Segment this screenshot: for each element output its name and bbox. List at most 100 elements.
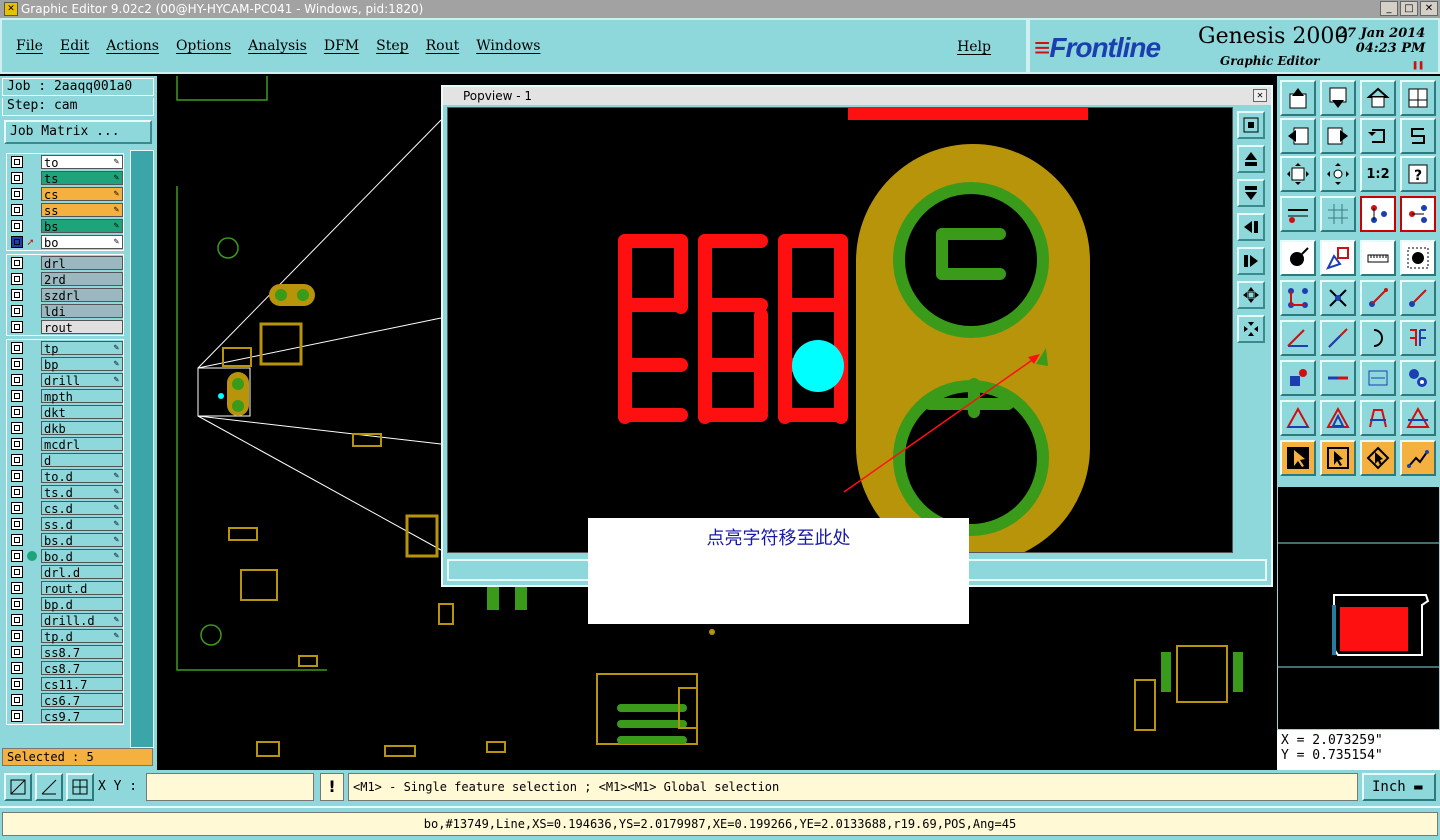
pan-right-icon[interactable]	[1320, 118, 1356, 154]
layer-name[interactable]: drill	[41, 373, 123, 388]
layer-row[interactable]: tp.d ✎	[7, 628, 123, 644]
layer-checkbox[interactable]	[11, 454, 23, 466]
select-pointer-icon[interactable]	[1280, 440, 1316, 476]
menu-actions[interactable]: Actions	[106, 38, 159, 54]
layer-row[interactable]: bs ✎	[7, 218, 123, 234]
layer-row[interactable]: drl.d	[7, 564, 123, 580]
layer-checkbox[interactable]	[11, 710, 23, 722]
layer-row[interactable]: ldi	[7, 303, 123, 319]
group-shapes-icon[interactable]	[1400, 360, 1436, 396]
dimension-icon[interactable]	[1360, 360, 1396, 396]
pan-left-icon[interactable]	[1280, 118, 1316, 154]
rotate-view-icon[interactable]	[1360, 118, 1396, 154]
select-route-icon[interactable]	[1400, 440, 1436, 476]
select-box-pointer-icon[interactable]	[1320, 440, 1356, 476]
zoom-center-icon[interactable]	[1320, 156, 1356, 192]
layer-row[interactable]: bp.d	[7, 596, 123, 612]
layer-row[interactable]: drl	[7, 255, 123, 271]
zoom-fit-icon[interactable]	[1280, 156, 1316, 192]
layer-name[interactable]: rout.d	[41, 581, 123, 596]
line-segment-icon[interactable]	[1320, 360, 1356, 396]
angle-line-icon[interactable]	[1280, 320, 1316, 356]
layer-name[interactable]: bs.d	[41, 533, 123, 548]
layer-name[interactable]: mcdrl	[41, 437, 123, 452]
layer-row[interactable]: mcdrl	[7, 436, 123, 452]
layer-checkbox[interactable]	[11, 406, 23, 418]
layer-row[interactable]: to ✎	[7, 154, 123, 170]
layer-name[interactable]: dkb	[41, 421, 123, 436]
layer-name[interactable]: bs	[41, 219, 123, 234]
layer-checkbox[interactable]	[11, 662, 23, 674]
layer-name[interactable]: ss8.7	[41, 645, 123, 660]
layer-checkbox[interactable]	[11, 582, 23, 594]
layer-name[interactable]: bp.d	[41, 597, 123, 612]
layer-name[interactable]: cs11.7	[41, 677, 123, 692]
layer-row[interactable]: bo ✎ ➚	[7, 234, 123, 250]
layer-row[interactable]: cs.d ✎	[7, 500, 123, 516]
unit-selector[interactable]: Inch ▬	[1362, 773, 1436, 801]
layer-row[interactable]: tp ✎	[7, 340, 123, 356]
layer-row[interactable]: ts ✎	[7, 170, 123, 186]
layer-row[interactable]: d	[7, 452, 123, 468]
layer-name[interactable]: cs.d	[41, 501, 123, 516]
grid-icon[interactable]	[1320, 196, 1356, 232]
layer-scrollbar[interactable]	[130, 150, 154, 748]
layer-checkbox[interactable]	[11, 305, 23, 317]
layer-row[interactable]: rout.d	[7, 580, 123, 596]
overview-map[interactable]	[1277, 486, 1440, 730]
select-poly-pointer-icon[interactable]	[1360, 440, 1396, 476]
extend-node-icon[interactable]	[1400, 280, 1436, 316]
layer-snap-icon[interactable]	[1360, 196, 1396, 232]
layer-row[interactable]: 2rd	[7, 271, 123, 287]
layer-checkbox[interactable]	[11, 289, 23, 301]
layer-checkbox[interactable]	[11, 566, 23, 578]
layer-checkbox[interactable]	[11, 188, 23, 200]
layer-name[interactable]: ldi	[41, 304, 123, 319]
menu-options[interactable]: Options	[176, 38, 231, 54]
layer-row[interactable]: to.d ✎	[7, 468, 123, 484]
layer-row[interactable]: dkb	[7, 420, 123, 436]
arch-tool-icon[interactable]	[1360, 400, 1396, 436]
popview-pan-up-icon[interactable]	[1237, 145, 1265, 173]
layer-row[interactable]: ss8.7	[7, 644, 123, 660]
add-feature-icon[interactable]	[1280, 240, 1316, 276]
edit-shape-icon[interactable]	[1320, 240, 1356, 276]
layer-name[interactable]: mpth	[41, 389, 123, 404]
maximize-button[interactable]: □	[1400, 1, 1418, 16]
layer-checkbox[interactable]	[11, 470, 23, 482]
popview-window[interactable]: Popview - 1 ✕	[441, 85, 1273, 587]
layer-checkbox[interactable]	[11, 204, 23, 216]
layer-name[interactable]: bo.d	[41, 549, 123, 564]
layer-checkbox[interactable]	[11, 550, 23, 562]
layer-row[interactable]: cs9.7	[7, 708, 123, 724]
move-node-icon[interactable]	[1360, 280, 1396, 316]
layer-name[interactable]: cs8.7	[41, 661, 123, 676]
select-pad-icon[interactable]	[1400, 240, 1436, 276]
delete-node-icon[interactable]	[1320, 280, 1356, 316]
layer-checkbox[interactable]	[11, 518, 23, 530]
layer-row[interactable]: ss ✎	[7, 202, 123, 218]
layer-name[interactable]: to.d	[41, 469, 123, 484]
layer-row[interactable]: cs6.7	[7, 692, 123, 708]
layer-row[interactable]: drill ✎	[7, 372, 123, 388]
layer-row[interactable]: ss.d ✎	[7, 516, 123, 532]
layer-name[interactable]: drl	[41, 256, 123, 271]
layer-name[interactable]: bo	[41, 235, 123, 250]
layer-name[interactable]: cs6.7	[41, 693, 123, 708]
close-button[interactable]: ✕	[1420, 1, 1438, 16]
layer-name[interactable]: szdrl	[41, 288, 123, 303]
layer-name[interactable]: ss	[41, 203, 123, 218]
layer-checkbox[interactable]	[11, 342, 23, 354]
layer-row[interactable]: bs.d ✎	[7, 532, 123, 548]
menu-windows[interactable]: Windows	[476, 38, 540, 54]
layer-checkbox[interactable]	[11, 614, 23, 626]
layer-checkbox[interactable]	[11, 678, 23, 690]
popview-pan-left-icon[interactable]	[1237, 213, 1265, 241]
layer-name[interactable]: tp.d	[41, 629, 123, 644]
layer-name[interactable]: d	[41, 453, 123, 468]
layer-name[interactable]: ts.d	[41, 485, 123, 500]
layer-name[interactable]: cs	[41, 187, 123, 202]
layer-checkbox[interactable]	[11, 422, 23, 434]
layer-row[interactable]: cs11.7	[7, 676, 123, 692]
popview-zoom-fit-icon[interactable]	[1237, 111, 1265, 139]
